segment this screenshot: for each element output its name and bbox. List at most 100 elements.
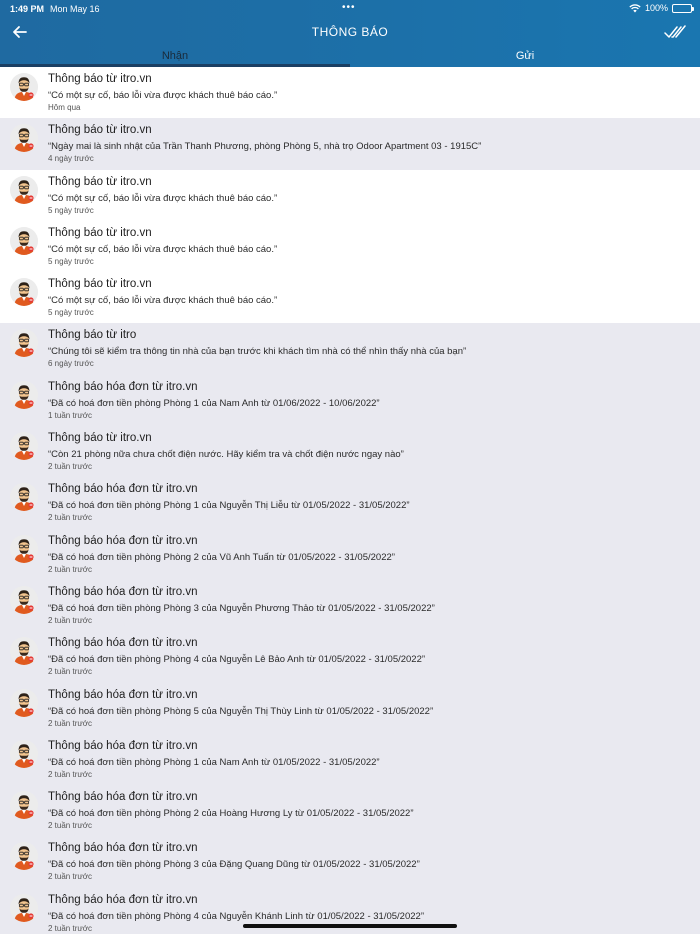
notification-title: Thông báo hóa đơn từ itro.vn bbox=[48, 380, 198, 393]
notification-item[interactable]: Thông báo hóa đơn từ itro.vn “Đã có hoá … bbox=[0, 631, 700, 683]
notification-item[interactable]: Thông báo từ itro.vn “Có một sự cố, báo … bbox=[0, 169, 700, 221]
avatar bbox=[10, 432, 38, 461]
notification-time: 4 ngày trước bbox=[48, 154, 94, 164]
notification-message: “Chúng tôi sẽ kiểm tra thông tin nhà của… bbox=[48, 346, 467, 358]
notification-message: “Đã có hoá đơn tiền phòng Phòng 1 của Na… bbox=[48, 397, 380, 409]
avatar bbox=[10, 73, 38, 101]
notification-item[interactable]: Thông báo hóa đơn từ itro.vn “Đã có hoá … bbox=[0, 836, 700, 888]
notification-item[interactable]: Thông báo hóa đơn từ itro.vn “Đã có hoá … bbox=[0, 682, 700, 734]
notification-item[interactable]: Thông báo từ itro.vn “Có một sự cố, báo … bbox=[0, 220, 700, 273]
notification-title: Thông báo hóa đơn từ itro.vn bbox=[48, 893, 198, 906]
wifi-icon bbox=[629, 3, 641, 12]
avatar bbox=[10, 124, 38, 153]
avatar bbox=[10, 637, 38, 666]
notification-message: “Đã có hoá đơn tiền phòng Phòng 1 của Na… bbox=[48, 756, 380, 768]
itro-mascot-icon bbox=[10, 432, 38, 461]
avatar bbox=[10, 688, 38, 717]
notification-item[interactable]: Thông báo hóa đơn từ itro.vn “Đã có hoá … bbox=[0, 528, 700, 580]
notification-item[interactable]: Thông báo hóa đơn từ itro.vn “Đã có hoá … bbox=[0, 733, 700, 786]
itro-mascot-icon bbox=[10, 278, 38, 307]
notification-item[interactable]: Thông báo từ itro.vn “Có một sự cố, báo … bbox=[0, 272, 700, 324]
itro-mascot-icon bbox=[10, 124, 38, 153]
notification-time: 2 tuần trước bbox=[48, 462, 92, 472]
avatar bbox=[10, 380, 38, 409]
notification-time: 5 ngày trước bbox=[48, 308, 94, 318]
notification-time: 2 tuần trước bbox=[48, 923, 92, 933]
notification-message: “Ngày mai là sinh nhật của Trần Thanh Ph… bbox=[48, 141, 482, 153]
notification-message: “Đã có hoá đơn tiền phòng Phòng 4 của Ng… bbox=[48, 654, 426, 666]
itro-mascot-icon bbox=[10, 739, 38, 768]
notification-item[interactable]: Thông báo từ itro “Chúng tôi sẽ kiểm tra… bbox=[0, 323, 700, 375]
notification-item[interactable]: Thông báo hóa đơn từ itro.vn “Đã có hoá … bbox=[0, 374, 700, 427]
avatar bbox=[10, 329, 38, 358]
notification-time: 2 tuần trước bbox=[48, 718, 92, 728]
notification-message: “Đã có hoá đơn tiền phòng Phòng 5 của Ng… bbox=[48, 705, 434, 717]
notification-title: Thông báo hóa đơn từ itro.vn bbox=[48, 585, 198, 598]
notification-message: “Đã có hoá đơn tiền phòng Phòng 3 của Đặ… bbox=[48, 859, 420, 871]
notification-message: “Đã có hoá đơn tiền phòng Phòng 1 của Ng… bbox=[48, 500, 410, 512]
notification-title: Thông báo hóa đơn từ itro.vn bbox=[48, 842, 198, 855]
double-check-icon[interactable] bbox=[664, 22, 686, 42]
status-time: 1:49 PM bbox=[10, 4, 45, 14]
notification-title: Thông báo từ itro.vn bbox=[48, 226, 152, 239]
notification-item[interactable]: Thông báo từ itro.vn “Ngày mai là sinh n… bbox=[0, 118, 700, 170]
notification-title: Thông báo hóa đơn từ itro.vn bbox=[48, 791, 198, 804]
notification-message: “Có một sự cố, báo lỗi vừa được khách th… bbox=[48, 243, 278, 255]
tab-sent[interactable]: Gửi bbox=[350, 47, 700, 67]
notification-item[interactable]: Thông báo từ itro.vn “Còn 21 phòng nữa c… bbox=[0, 426, 700, 478]
itro-mascot-icon bbox=[10, 226, 38, 255]
notification-message: “Đã có hoá đơn tiền phòng Phòng 2 của Ho… bbox=[48, 808, 414, 820]
status-date: Mon May 16 bbox=[50, 4, 100, 14]
notification-title: Thông báo từ itro bbox=[48, 329, 137, 342]
itro-mascot-icon bbox=[10, 893, 38, 922]
notification-message: “Có một sự cố, báo lỗi vừa được khách th… bbox=[48, 295, 278, 307]
page-title: THÔNG BÁO bbox=[311, 25, 389, 39]
notification-message: “Đã có hoá đơn tiền phòng Phòng 3 của Ng… bbox=[48, 602, 435, 614]
avatar bbox=[10, 585, 38, 614]
notification-time: 2 tuần trước bbox=[48, 667, 92, 677]
notification-item[interactable]: Thông báo hóa đơn từ itro.vn “Đã có hoá … bbox=[0, 785, 700, 837]
itro-mascot-icon bbox=[10, 380, 38, 409]
itro-mascot-icon bbox=[10, 175, 38, 204]
avatar bbox=[10, 791, 38, 820]
itro-mascot-icon bbox=[10, 483, 38, 512]
avatar bbox=[10, 534, 38, 563]
notification-message: “Có một sự cố, báo lỗi vừa được khách th… bbox=[48, 192, 278, 204]
notification-time: 1 tuần trước bbox=[48, 410, 92, 420]
notification-title: Thông báo hóa đơn từ itro.vn bbox=[48, 637, 198, 650]
battery-icon bbox=[672, 3, 694, 13]
avatar bbox=[10, 842, 38, 871]
notification-title: Thông báo từ itro.vn bbox=[48, 73, 152, 85]
home-indicator[interactable] bbox=[243, 924, 457, 928]
notification-item[interactable]: Thông báo từ itro.vn “Có một sự cố, báo … bbox=[0, 67, 700, 119]
multitask-dots[interactable]: ••• bbox=[342, 2, 356, 13]
notification-time: 2 tuần trước bbox=[48, 615, 92, 625]
notification-time: 2 tuần trước bbox=[48, 821, 92, 831]
notification-title: Thông báo hóa đơn từ itro.vn bbox=[48, 688, 198, 701]
notification-item[interactable]: Thông báo hóa đơn từ itro.vn “Đã có hoá … bbox=[0, 477, 700, 529]
battery-percent: 100% bbox=[644, 3, 668, 13]
notification-time: 6 ngày trước bbox=[48, 359, 94, 369]
status-indicators: 100% bbox=[629, 3, 694, 13]
itro-mascot-icon bbox=[10, 329, 38, 358]
status-bar: 1:49 PM Mon May 16 ••• 100% bbox=[0, 0, 700, 18]
notification-title: Thông báo hóa đơn từ itro.vn bbox=[48, 739, 198, 752]
notification-title: Thông báo từ itro.vn bbox=[48, 278, 152, 291]
notification-list[interactable]: Thông báo từ itro.vn “Có một sự cố, báo … bbox=[0, 67, 700, 934]
itro-mascot-icon bbox=[10, 842, 38, 871]
avatar bbox=[10, 278, 38, 307]
notification-time: 2 tuần trước bbox=[48, 513, 92, 523]
itro-mascot-icon bbox=[10, 534, 38, 563]
notification-item[interactable]: Thông báo hóa đơn từ itro.vn “Đã có hoá … bbox=[0, 579, 700, 632]
notification-message: “Đã có hoá đơn tiền phòng Phòng 2 của Vũ… bbox=[48, 551, 395, 563]
itro-mascot-icon bbox=[10, 585, 38, 614]
notification-time: 2 tuần trước bbox=[48, 872, 92, 882]
itro-mascot-icon bbox=[10, 73, 38, 101]
notification-time: 5 ngày trước bbox=[48, 205, 94, 215]
avatar bbox=[10, 893, 38, 922]
itro-mascot-icon bbox=[10, 637, 38, 666]
app-header: 1:49 PM Mon May 16 ••• 100% THÔNG BÁO Nh… bbox=[0, 0, 700, 67]
avatar bbox=[10, 483, 38, 512]
itro-mascot-icon bbox=[10, 688, 38, 717]
avatar bbox=[10, 739, 38, 768]
